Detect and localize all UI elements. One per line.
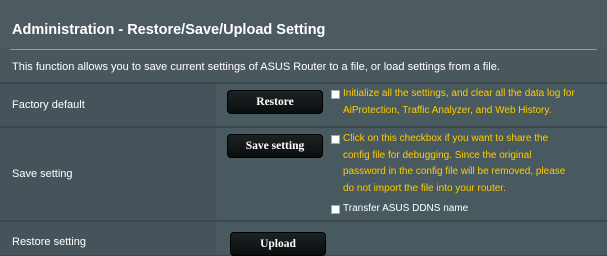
share-config-note-line: password in the config file will be remo… bbox=[343, 166, 566, 177]
clear-data-log-note-line: Initialize all the settings, and clear a… bbox=[343, 88, 575, 99]
page-title: Administration - Restore/Save/Upload Set… bbox=[12, 22, 326, 38]
clear-data-log-note-line: AiProtection, Traffic Analyzer, and Web … bbox=[343, 104, 552, 116]
factory-default-label-cell: Factory default bbox=[0, 84, 216, 126]
title-divider bbox=[10, 49, 597, 50]
factory-default-value-cell: Restore Initialize all the settings, and… bbox=[218, 84, 607, 126]
save-setting-value-cell: Save setting Click on this checkbox if y… bbox=[218, 128, 607, 220]
restore-setting-label-cell: Restore setting bbox=[0, 222, 216, 255]
transfer-ddns-checkbox[interactable] bbox=[331, 205, 340, 214]
restore-button[interactable]: Restore bbox=[227, 90, 323, 114]
share-config-checkbox[interactable] bbox=[331, 135, 340, 144]
restore-setting-label: Restore setting bbox=[12, 236, 86, 248]
share-config-note-line: config file for debugging. Since the ori… bbox=[343, 149, 532, 161]
settings-panel: Administration - Restore/Save/Upload Set… bbox=[0, 0, 607, 256]
save-setting-label: Save setting bbox=[12, 168, 73, 180]
save-setting-label-cell: Save setting bbox=[0, 128, 216, 220]
restore-setting-value-cell: Upload bbox=[218, 222, 607, 256]
share-config-note: Click on this checkbox if you want to sh… bbox=[343, 131, 565, 197]
transfer-ddns-label: Transfer ASUS DDNS name bbox=[343, 203, 469, 214]
share-config-note-line: Click on this checkbox if you want to sh… bbox=[343, 133, 549, 144]
clear-data-log-checkbox[interactable] bbox=[331, 90, 340, 99]
clear-data-log-note: Initialize all the settings, and clear a… bbox=[343, 86, 575, 119]
page-description: This function allows you to save current… bbox=[12, 61, 500, 73]
save-setting-button[interactable]: Save setting bbox=[227, 134, 323, 158]
share-config-note-line: do not import the file into your router. bbox=[343, 182, 506, 194]
title-bar: Administration - Restore/Save/Upload Set… bbox=[0, 0, 607, 48]
factory-default-label: Factory default bbox=[12, 99, 85, 111]
upload-button[interactable]: Upload bbox=[230, 232, 326, 256]
